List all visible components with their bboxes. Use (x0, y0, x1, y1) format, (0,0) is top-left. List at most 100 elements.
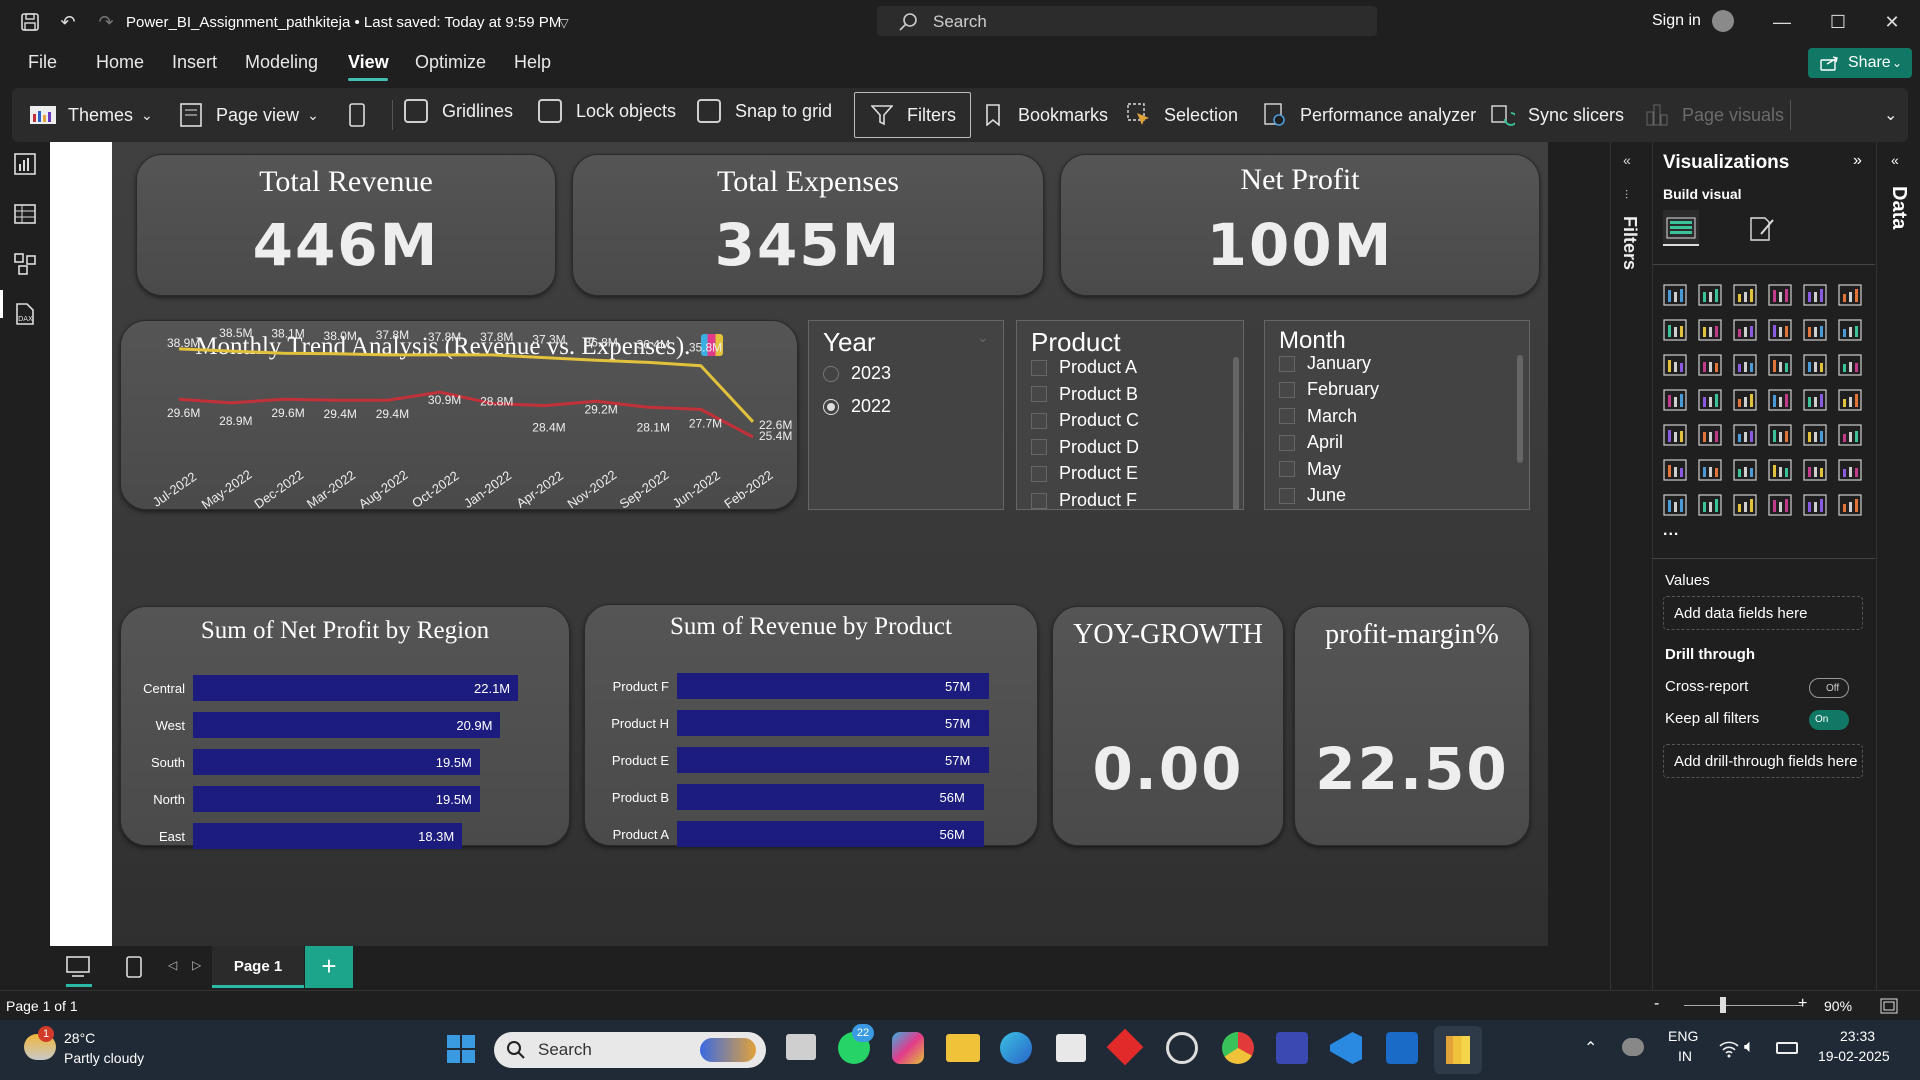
cross-report-toggle[interactable]: Off (1809, 678, 1849, 698)
lock-objects-checkbox[interactable] (538, 99, 562, 123)
data-pane-collapsed[interactable]: « Data (1876, 142, 1920, 994)
bar[interactable] (677, 784, 984, 810)
build-visual-tab[interactable] (1663, 210, 1699, 246)
close-icon[interactable]: ✕ (1874, 8, 1910, 36)
visual-type-icon[interactable] (1698, 494, 1722, 516)
zoom-out-button[interactable]: - (1654, 995, 1659, 1013)
bar[interactable] (677, 747, 989, 773)
scrollbar[interactable] (1517, 355, 1523, 463)
filters-pane-collapsed[interactable]: « ⫶ Filters (1610, 142, 1650, 994)
visual-type-icon[interactable] (1663, 459, 1687, 481)
bar[interactable] (677, 673, 989, 699)
keep-all-filters-toggle[interactable]: On (1809, 710, 1849, 730)
visual-type-icon[interactable] (1698, 424, 1722, 446)
redo-icon[interactable]: ↷ (94, 10, 118, 34)
scrollbar[interactable] (1233, 357, 1239, 509)
bar[interactable] (193, 675, 518, 701)
visual-type-icon[interactable] (1803, 284, 1827, 306)
onedrive-icon[interactable] (1622, 1038, 1644, 1056)
zoom-in-button[interactable]: + (1798, 995, 1807, 1013)
checkbox[interactable] (1031, 439, 1047, 456)
power-bi-taskbar-button[interactable] (1434, 1026, 1482, 1074)
add-page-button[interactable]: + (305, 946, 353, 988)
model-view-icon[interactable] (13, 252, 37, 276)
checkbox[interactable] (1279, 434, 1295, 451)
edge-browser-icon[interactable] (1000, 1032, 1032, 1064)
checkbox[interactable] (1279, 408, 1295, 425)
zoom-slider-thumb[interactable] (1720, 997, 1726, 1013)
slicer-option[interactable]: April (1279, 432, 1343, 453)
collapse-chevron-icon[interactable]: » (1853, 152, 1862, 170)
checkbox[interactable] (1279, 381, 1295, 398)
file-explorer-icon[interactable] (946, 1034, 980, 1062)
menu-insert[interactable]: Insert (172, 52, 217, 73)
radio-button[interactable] (823, 398, 839, 415)
volume-icon[interactable]: 🔈︎ (1744, 1036, 1755, 1057)
checkbox[interactable] (1031, 386, 1047, 403)
next-page-icon[interactable]: ▷ (192, 958, 201, 972)
visual-type-icon[interactable] (1803, 354, 1827, 376)
avatar-icon[interactable] (1712, 10, 1734, 32)
bar[interactable] (677, 710, 989, 736)
visual-type-icon[interactable] (1768, 319, 1792, 341)
visual-type-icon[interactable] (1663, 319, 1687, 341)
filters-pane-button[interactable]: Filters (854, 92, 971, 138)
visual-type-icon[interactable] (1698, 354, 1722, 376)
visual-type-icon[interactable] (1698, 319, 1722, 341)
visual-type-icon[interactable] (1663, 494, 1687, 516)
page-tab-page-1[interactable]: Page 1 (212, 946, 304, 988)
checkbox[interactable] (1031, 492, 1047, 509)
visual-type-icon[interactable] (1803, 459, 1827, 481)
selection-button[interactable]: Selection (1126, 88, 1238, 142)
menu-help[interactable]: Help (514, 52, 551, 73)
kpi-card-total-revenue[interactable]: Total Revenue 446M (136, 154, 556, 296)
share-button[interactable]: Share ⌄ (1808, 48, 1912, 78)
yoy-growth-card[interactable]: YOY-GROWTH 0.00 (1052, 606, 1284, 846)
radio-button[interactable] (823, 365, 839, 382)
visual-type-icon[interactable] (1768, 424, 1792, 446)
visual-type-icon[interactable] (1733, 459, 1757, 481)
ribbon-expand-chevron-icon[interactable]: ⌄ (1884, 88, 1897, 142)
checkbox[interactable] (1279, 461, 1295, 478)
profit-margin-card[interactable]: profit-margin% 22.50 (1294, 606, 1530, 846)
slicer-option[interactable]: Product B (1031, 384, 1138, 405)
visual-type-icon[interactable] (1803, 389, 1827, 411)
menu-modeling[interactable]: Modeling (245, 52, 318, 73)
month-slicer[interactable]: Month January February March April May June (1264, 320, 1530, 510)
gridlines-checkbox[interactable] (404, 99, 428, 123)
table-view-icon[interactable] (13, 202, 37, 226)
windows-start-icon[interactable] (446, 1034, 476, 1064)
chatgpt-icon[interactable] (1166, 1032, 1198, 1064)
taskbar-search-box[interactable]: Search (494, 1032, 766, 1068)
values-well[interactable]: Add data fields here (1663, 596, 1863, 630)
input-region[interactable]: IN (1678, 1048, 1692, 1064)
checkbox[interactable] (1031, 359, 1047, 376)
visual-type-icon[interactable] (1663, 424, 1687, 446)
previous-page-icon[interactable]: ◁ (168, 958, 177, 972)
visual-type-icon[interactable] (1838, 494, 1862, 516)
mobile-layout-button[interactable] (344, 88, 382, 142)
minimize-icon[interactable]: — (1764, 8, 1800, 36)
zoom-level[interactable]: 90% (1824, 998, 1852, 1014)
visual-type-icon[interactable] (1733, 319, 1757, 341)
product-slicer[interactable]: Product Product A Product B Product C Produ… (1016, 320, 1244, 510)
slicer-option[interactable]: Product E (1031, 463, 1138, 484)
visual-type-icon[interactable] (1768, 389, 1792, 411)
chevron-down-icon[interactable]: ⌄ (977, 329, 989, 346)
battery-icon[interactable] (1776, 1042, 1798, 1054)
visual-type-icon[interactable] (1663, 354, 1687, 376)
visual-type-icon[interactable] (1768, 494, 1792, 516)
slicer-option[interactable]: February (1279, 379, 1379, 400)
menu-home[interactable]: Home (96, 52, 144, 73)
visual-type-icon[interactable] (1768, 459, 1792, 481)
visual-type-icon[interactable] (1698, 284, 1722, 306)
drill-through-well[interactable]: Add drill-through fields here (1663, 744, 1863, 778)
snap-to-grid-toggle[interactable]: Snap to grid (697, 84, 832, 138)
wifi-icon[interactable] (1718, 1040, 1740, 1058)
more-visuals-button[interactable]: ... (1663, 522, 1679, 540)
net-profit-by-region-chart[interactable]: Sum of Net Profit by Region Central 22.1M… (120, 606, 570, 849)
year-slicer[interactable]: Year ⌄ 2023 2022 (808, 320, 1004, 510)
visual-type-icon[interactable] (1733, 389, 1757, 411)
checkbox[interactable] (1279, 355, 1295, 372)
clock-date[interactable]: 19-02-2025 (1818, 1048, 1890, 1064)
